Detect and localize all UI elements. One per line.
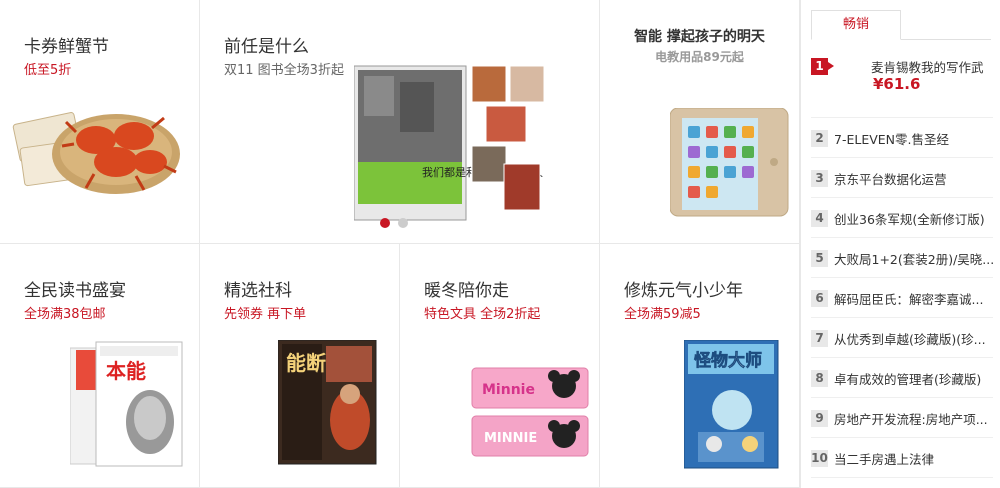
book-image: 我们都是和自己赛跑的人 <box>354 65 545 221</box>
book-cover-text: 本能 <box>106 359 146 383</box>
rank-number: 2 <box>811 130 828 147</box>
carousel-dot-1[interactable] <box>380 218 390 228</box>
box-text-2: MINNIE <box>484 431 537 446</box>
rank-number: 5 <box>811 250 828 267</box>
crab-image <box>12 112 180 194</box>
rank-number: 7 <box>811 330 828 347</box>
rank-item-2[interactable]: 2 7-ELEVEN零.售圣经 <box>811 118 993 158</box>
book-monster-image: 怪物大师 <box>684 340 779 469</box>
promo-card-crab[interactable]: 卡券鲜蟹节 低至5折 <box>0 0 200 244</box>
rank-title: 京东平台数据化运营 <box>834 172 947 187</box>
promo-card-book[interactable]: 前任是什么 双11 图书全场3折起 我们都是和自己赛跑的人 <box>200 0 600 244</box>
rank-number: 3 <box>811 170 828 187</box>
promo-title: 智能 撑起孩子的明天 <box>634 29 765 45</box>
tablet-image <box>670 108 789 217</box>
rank-title: 解码屈臣氏：解密李嘉诚... <box>834 292 984 307</box>
rank-title: 当二手房遇上法律 <box>834 452 935 467</box>
rank-title: 7-ELEVEN零.售圣经 <box>834 132 949 147</box>
promo-subtitle: 特色文具 全场2折起 <box>424 307 541 322</box>
box-text-1: Minnie <box>482 382 535 398</box>
promo-card-tablet[interactable]: 智能 撑起孩子的明天 电教用品89元起 <box>600 0 800 244</box>
rank-number: 8 <box>811 370 828 387</box>
book-instinct-image: 本能 <box>70 341 183 467</box>
rank-item-9[interactable]: 9 房地产开发流程:房地产项... <box>811 398 993 438</box>
promo-card-youth[interactable]: 修炼元气小少年 全场满59减5 怪物大师 <box>600 244 800 488</box>
rank-number: 10 <box>811 450 828 467</box>
rank-tabs: 畅销 <box>811 10 991 40</box>
pencil-case-image: Minnie MINNIE <box>471 367 589 457</box>
tab-bestseller[interactable]: 畅销 <box>811 10 901 40</box>
promo-card-winter[interactable]: 暖冬陪你走 特色文具 全场2折起 Minnie MINNIE <box>400 244 600 488</box>
promo-card-reading[interactable]: 全民读书盛宴 全场满38包邮 本能 <box>0 244 200 488</box>
promo-title: 全民读书盛宴 <box>24 281 126 301</box>
book-cover-text: 能断 <box>286 351 326 375</box>
promo-subtitle: 电教用品89元起 <box>655 50 744 64</box>
rank-item-3[interactable]: 3 京东平台数据化运营 <box>811 158 993 198</box>
rank-item-4[interactable]: 4 创业36条军规(全新修订版) <box>811 198 993 238</box>
rank-item-1[interactable]: 1 麦肯锡教我的写作武 ¥61.6 <box>811 48 993 118</box>
rank-price: ¥61.6 <box>873 75 921 93</box>
promo-title: 精选社科 <box>224 281 292 301</box>
rank-number: 6 <box>811 290 828 307</box>
rank-title: 从优秀到卓越(珍藏版)(珍... <box>834 332 986 347</box>
promo-card-social[interactable]: 精选社科 先领券 再下单 能断 <box>200 244 400 488</box>
promo-subtitle: 全场满59减5 <box>624 307 701 322</box>
promo-title: 暖冬陪你走 <box>424 281 509 301</box>
promo-subtitle: 先领券 再下单 <box>224 307 307 322</box>
bestseller-panel: 畅销 1 麦肯锡教我的写作武 ¥61.6 2 7-ELEVEN零.售圣经 3 京东平台… <box>800 0 1000 488</box>
promo-grid: 卡券鲜蟹节 低至5折 前任是什么 双11 图书全场3折起 智能 撑起孩子的明天 … <box>0 0 800 488</box>
rank-title: 卓有成效的管理者(珍藏版) <box>834 372 982 387</box>
book-cover-text: 怪物大师 <box>694 350 762 371</box>
promo-title: 前任是什么 <box>224 37 309 57</box>
promo-subtitle: 双11 图书全场3折起 <box>224 63 344 78</box>
rank-item-10[interactable]: 10 当二手房遇上法律 <box>811 438 993 478</box>
promo-subtitle: 低至5折 <box>24 63 72 78</box>
rank-item-5[interactable]: 5 大败局1+2(套装2册)/吴晓... <box>811 238 994 278</box>
rank-title: 麦肯锡教我的写作武 <box>871 60 984 75</box>
promo-subtitle: 全场满38包邮 <box>24 307 106 322</box>
rank-number: 9 <box>811 410 828 427</box>
promo-title: 修炼元气小少年 <box>624 281 743 301</box>
carousel-dot-2[interactable] <box>398 218 408 228</box>
promo-floor: 卡券鲜蟹节 低至5折 前任是什么 双11 图书全场3折起 智能 撑起孩子的明天 … <box>0 0 1000 488</box>
rank-badge: 1 <box>811 58 834 75</box>
rank-item-8[interactable]: 8 卓有成效的管理者(珍藏版) <box>811 358 993 398</box>
rank-item-6[interactable]: 6 解码屈臣氏：解密李嘉诚... <box>811 278 993 318</box>
book-nengduan-image: 能断 <box>278 340 377 465</box>
rank-item-7[interactable]: 7 从优秀到卓越(珍藏版)(珍... <box>811 318 993 358</box>
promo-title: 卡券鲜蟹节 <box>24 37 109 57</box>
rank-title: 大败局1+2(套装2册)/吴晓... <box>834 252 994 267</box>
rank-title: 创业36条军规(全新修订版) <box>834 212 985 227</box>
rank-number: 4 <box>811 210 828 227</box>
rank-title: 房地产开发流程:房地产项... <box>834 412 988 427</box>
